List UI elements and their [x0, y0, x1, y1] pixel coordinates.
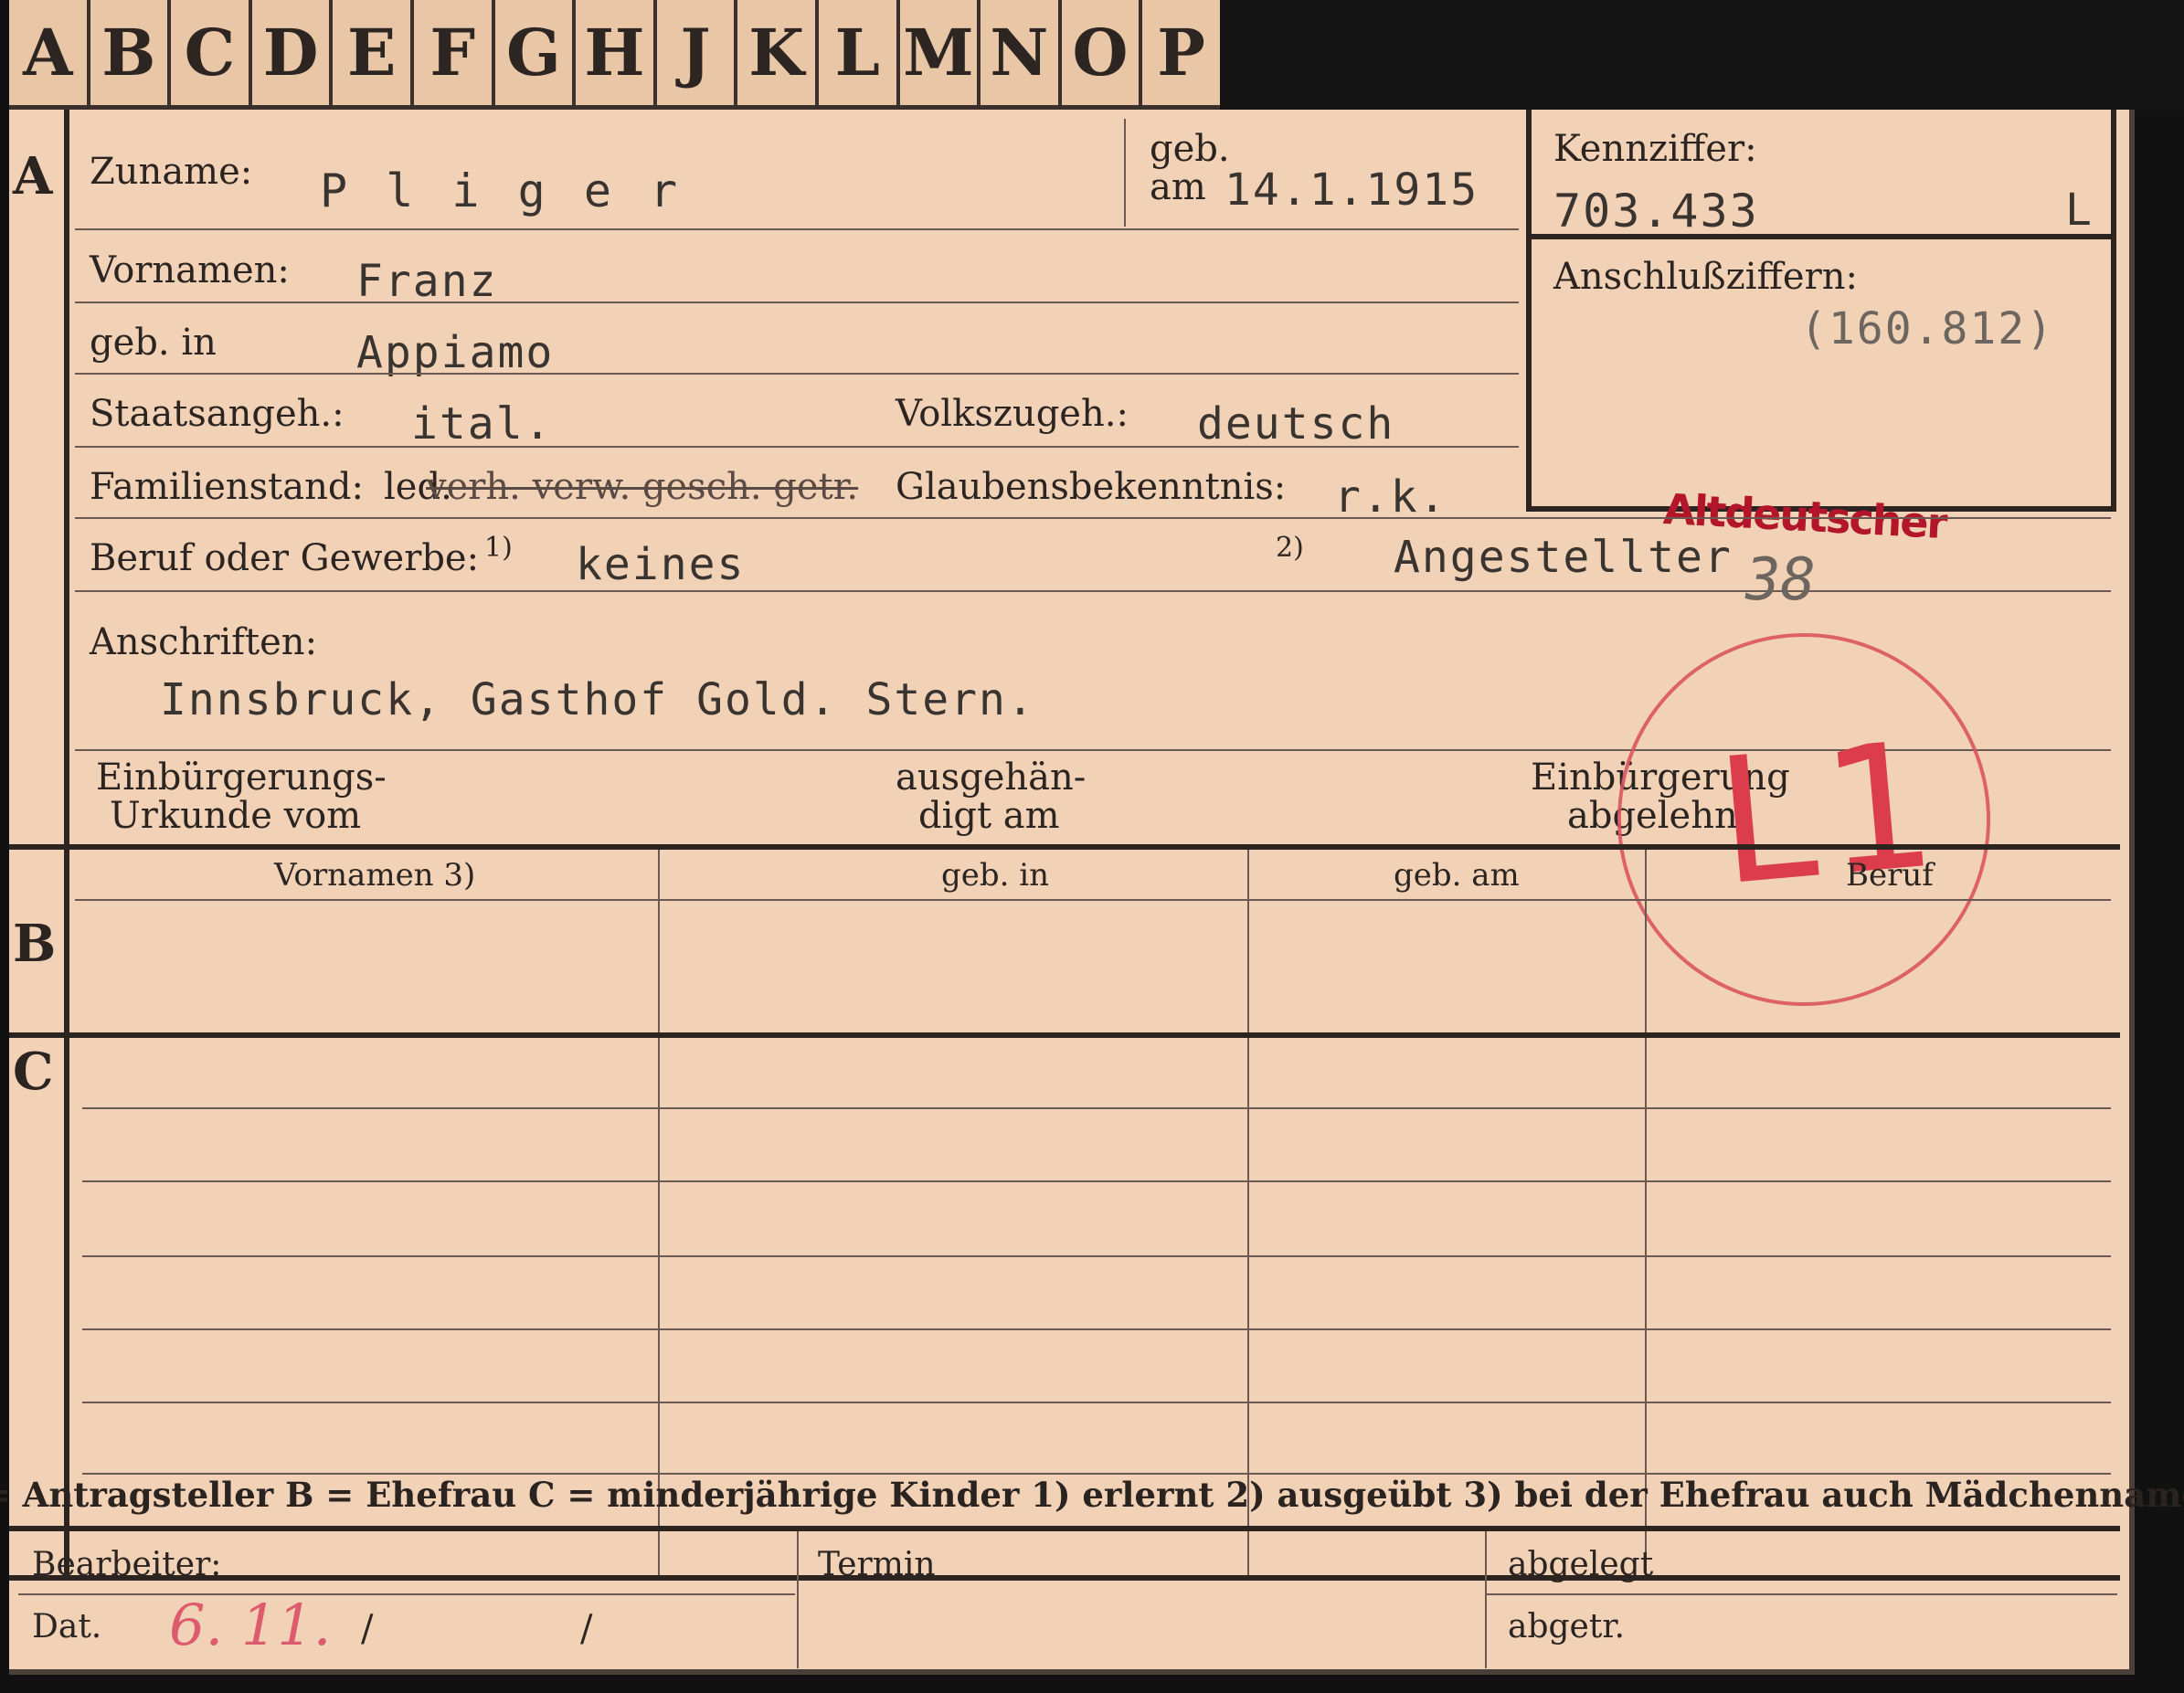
index-tab-n[interactable]: N: [977, 0, 1058, 110]
column-header: geb. am: [1394, 857, 1520, 894]
id-box-border: [1526, 110, 1532, 512]
column-header: Vornamen 3): [274, 857, 476, 894]
firstname-value: Franz: [356, 256, 498, 307]
index-tab-f[interactable]: F: [409, 0, 492, 110]
linked-label: Anschlußziffern:: [1553, 256, 1858, 298]
legend-bottom-border: [9, 1526, 2120, 1531]
rule: [82, 1402, 2111, 1403]
born-label: geb.: [1150, 128, 1230, 170]
column-divider: [1485, 1531, 1487, 1668]
rule: [75, 228, 1519, 230]
legend: A = Antragsteller B = Ehefrau C = minder…: [0, 1475, 2184, 1515]
profession-practiced-value: Angestellter: [1394, 532, 1733, 583]
address-value: Innsbruck, Gasthof Gold. Stern.: [160, 674, 1035, 725]
born-date-value: 14.1.1915: [1225, 164, 1479, 216]
section-divider: [64, 110, 69, 848]
date-slash: /: [580, 1608, 593, 1650]
section-divider: [64, 844, 69, 1575]
section-c-top-border: [9, 1032, 2120, 1038]
rule: [82, 1180, 2111, 1182]
column-header: Beruf: [1846, 857, 1934, 894]
registration-card-page: ABCDEFGHJKLMNOP A Zuname: P l i g e r ge…: [0, 0, 2184, 1693]
index-tab-g[interactable]: G: [491, 0, 573, 110]
column-divider: [797, 1531, 799, 1668]
address-label: Anschriften:: [90, 621, 318, 663]
linked-value: (160.812): [1800, 303, 2055, 354]
id-box-rule: [1526, 234, 2116, 239]
surname-label: Zuname:: [90, 151, 253, 193]
index-tab-d[interactable]: D: [248, 0, 330, 110]
section-a-marker: A: [13, 146, 53, 206]
id-suffix: L: [2065, 185, 2094, 236]
birthplace-label: geb. in: [90, 322, 217, 364]
rule: [82, 1107, 2111, 1109]
record-card: A Zuname: P l i g e r geb. am 14.1.1915 …: [0, 110, 2184, 1675]
index-tab-b[interactable]: B: [86, 0, 168, 110]
editor-label: Bearbeiter:: [32, 1546, 222, 1583]
nationality-label: Volkszugeh.:: [896, 393, 1129, 435]
born-on-label: am: [1150, 166, 1206, 208]
naturalization-label-2: Urkunde vom: [110, 795, 362, 837]
firstname-label: Vornamen:: [90, 249, 290, 291]
index-tab-p[interactable]: P: [1139, 0, 1220, 110]
index-tab-a[interactable]: A: [9, 0, 87, 110]
index-tab-h[interactable]: H: [572, 0, 653, 110]
handed-label: ausgehän-: [896, 757, 1087, 799]
profession-learned-value: keines: [576, 539, 746, 590]
column-header: geb. in: [941, 857, 1050, 894]
profession-note-1: 1): [484, 532, 513, 564]
section-b-top-border: [9, 844, 2120, 850]
naturalization-label: Einbürgerungs-: [96, 757, 387, 799]
index-tab-k[interactable]: K: [734, 0, 815, 110]
id-label: Kennziffer:: [1553, 128, 1757, 170]
section-b-marker: B: [13, 914, 57, 974]
family-status-label: Familienstand:: [90, 466, 364, 508]
pencil-note: 38: [1745, 546, 1817, 614]
citizenship-label: Staatsangeh.:: [90, 393, 345, 435]
citizenship-value: ital.: [411, 398, 553, 450]
index-tab-o[interactable]: O: [1057, 0, 1140, 110]
rule: [82, 1255, 2111, 1257]
profession-note-2: 2): [1276, 532, 1304, 564]
legend-top-border: [9, 1575, 2120, 1581]
date-label: Dat.: [32, 1608, 102, 1645]
index-tab-j[interactable]: J: [652, 0, 735, 110]
handed-label-2: digt am: [918, 795, 1060, 837]
index-tab-l[interactable]: L: [814, 0, 896, 110]
removed-label: abgetr.: [1508, 1608, 1626, 1645]
id-box-border: [2111, 110, 2116, 512]
religion-label: Glaubensbekenntnis:: [896, 466, 1287, 508]
id-value: 703.433: [1553, 185, 1759, 238]
date-slash: /: [361, 1608, 374, 1650]
family-status-struck: verh. verw. gesch. getr.: [426, 466, 859, 508]
rule: [75, 517, 2111, 519]
rule: [1487, 1593, 2117, 1595]
birthplace-value: Appiamo: [356, 327, 555, 378]
surname-value: P l i g e r: [320, 164, 684, 217]
section-c-marker: C: [13, 1042, 54, 1102]
rule: [75, 302, 1519, 303]
rule: [75, 899, 2111, 901]
nationality-value: deutsch: [1197, 398, 1395, 450]
background-dark: [1220, 0, 2184, 114]
rule: [18, 1593, 795, 1595]
divider: [1124, 119, 1126, 227]
religion-value: r.k.: [1334, 471, 1447, 523]
profession-label: Beruf oder Gewerbe:: [90, 537, 480, 579]
index-tab-e[interactable]: E: [329, 0, 410, 110]
rule: [75, 446, 1519, 448]
index-tab-c[interactable]: C: [167, 0, 249, 110]
rule: [82, 1328, 2111, 1330]
index-tab-m[interactable]: M: [896, 0, 978, 110]
rule: [75, 373, 1519, 375]
alphabet-index-tabs: ABCDEFGHJKLMNOP: [9, 0, 1220, 110]
filed-label: abgelegt: [1508, 1546, 1654, 1583]
date-value: 6. 11.: [169, 1592, 332, 1658]
deadline-label: Termin: [818, 1546, 936, 1583]
